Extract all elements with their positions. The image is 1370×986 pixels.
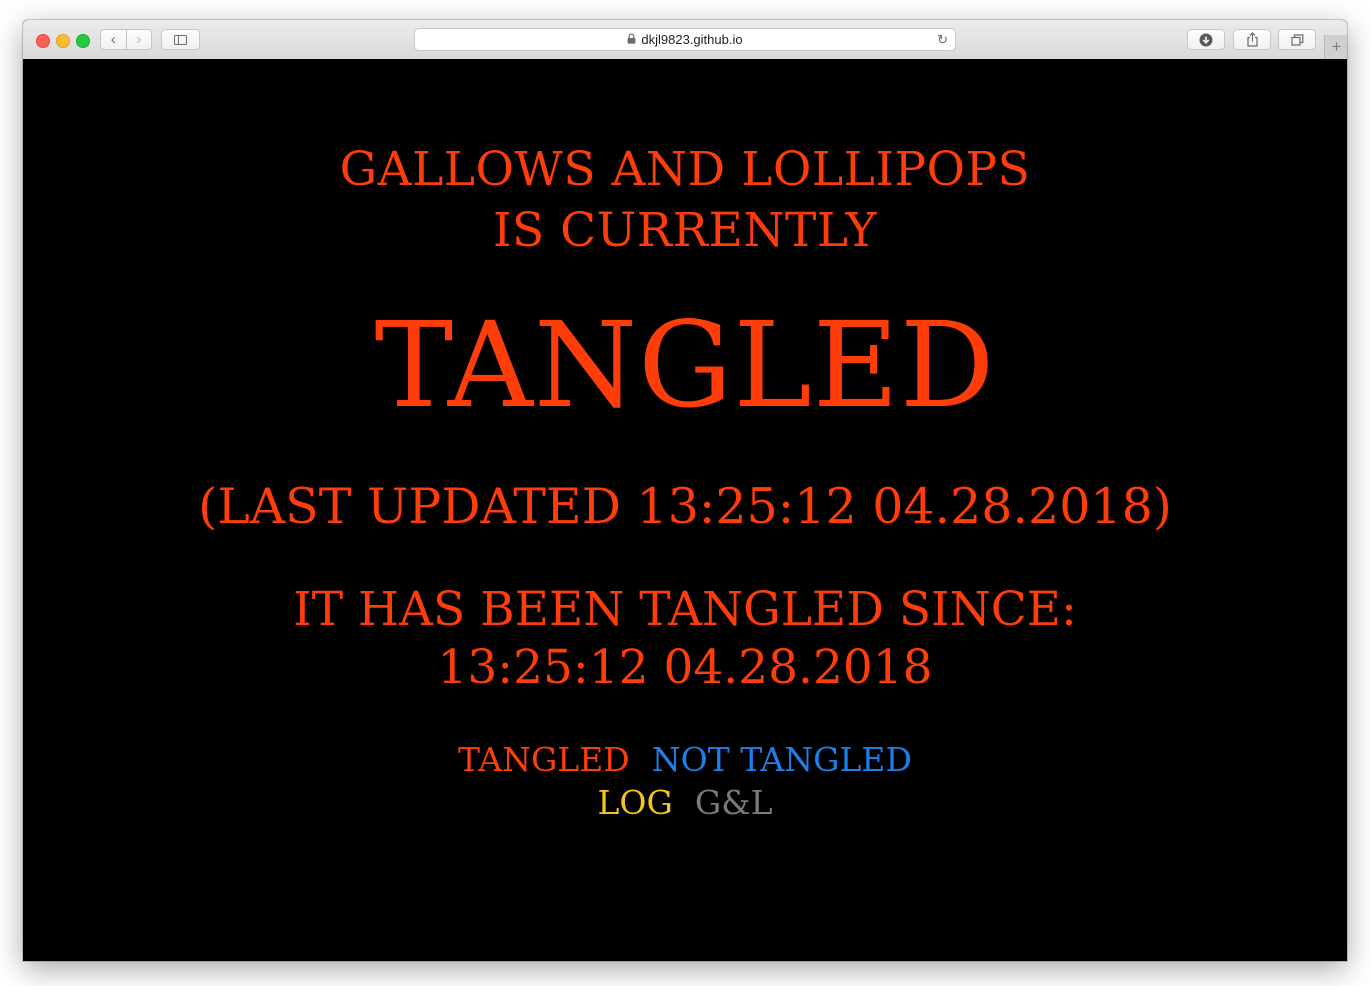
url-text: dkjl9823.github.io <box>641 32 743 47</box>
share-icon <box>1246 32 1258 47</box>
not-tangled-link[interactable]: NOT TANGLED <box>652 740 912 779</box>
sidebar-toggle-button[interactable] <box>161 29 200 50</box>
tangled-link[interactable]: TANGLED <box>458 740 630 779</box>
status-links: TANGLED NOT TANGLED <box>23 743 1347 776</box>
downloads-button[interactable] <box>1187 29 1225 50</box>
reload-icon[interactable]: ↻ <box>937 32 948 48</box>
browser-toolbar: ‹ › dkjl9823.github.io ↻ + <box>23 20 1347 60</box>
since-label: IT HAS BEEN TANGLED SINCE: <box>293 582 1077 637</box>
browser-window: ‹ › dkjl9823.github.io ↻ + GALLOWS AND L… <box>23 20 1347 961</box>
tab-overview-button[interactable] <box>1278 29 1316 50</box>
download-icon <box>1199 33 1213 46</box>
close-window-button[interactable] <box>36 34 50 48</box>
gl-link[interactable]: G&L <box>695 783 773 822</box>
tabs-overview-icon <box>1290 33 1303 46</box>
share-button[interactable] <box>1233 29 1271 50</box>
heading-line-2: IS CURRENTLY <box>492 203 878 258</box>
address-bar[interactable]: dkjl9823.github.io ↻ <box>414 28 956 51</box>
minimize-window-button[interactable] <box>56 34 70 48</box>
lock-icon <box>627 33 636 44</box>
secondary-links: LOG G&L <box>23 786 1347 819</box>
status-state: TANGLED <box>374 296 996 434</box>
heading-line-1: GALLOWS AND LOLLIPOPS <box>339 142 1031 197</box>
forward-button[interactable]: › <box>125 30 152 49</box>
nav-buttons: ‹ › <box>100 29 152 50</box>
since-time: 13:25:12 04.28.2018 <box>437 640 933 695</box>
sidebar-icon <box>174 34 187 45</box>
back-button[interactable]: ‹ <box>101 30 126 49</box>
log-link[interactable]: LOG <box>598 783 673 822</box>
last-updated-text: (LAST UPDATED 13:25:12 04.28.2018) <box>198 478 1172 535</box>
maximize-window-button[interactable] <box>76 34 90 48</box>
new-tab-button[interactable]: + <box>1324 35 1347 59</box>
page-content: GALLOWS AND LOLLIPOPS IS CURRENTLY TANGL… <box>23 59 1347 961</box>
